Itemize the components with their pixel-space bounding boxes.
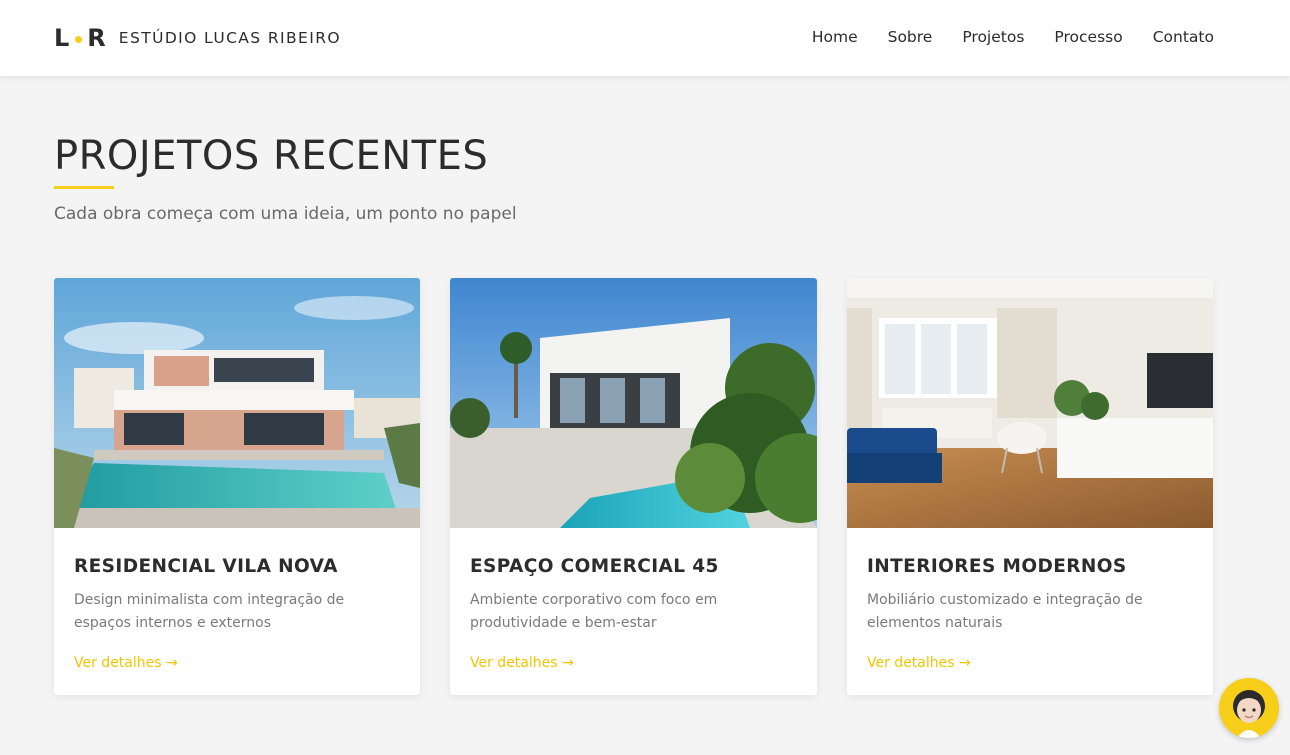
project-card[interactable]: RESIDENCIAL VILA NOVA Design minimalista… [54, 278, 420, 695]
logo-letter-l: L [54, 24, 71, 52]
avatar-icon [1219, 678, 1279, 738]
brand-name: ESTÚDIO LUCAS RIBEIRO [118, 29, 341, 47]
nav-home[interactable]: Home [812, 26, 858, 48]
card-description: Mobiliário customizado e integração de e… [867, 592, 1143, 631]
logo-letter-r: R [87, 24, 107, 52]
card-description: Design minimalista com integração de esp… [74, 592, 345, 631]
card-description: Ambiente corporativo com foco em produti… [470, 592, 718, 631]
logo-mark: L R [54, 24, 107, 52]
section-title: PROJETOS RECENTES [54, 133, 489, 179]
view-details-link[interactable]: Ver detalhes → [74, 654, 178, 672]
view-details-link[interactable]: Ver detalhes → [470, 654, 574, 672]
white-building-with-pool-and-plants-photo [450, 278, 817, 528]
main-nav: Home Sobre Projetos Processo Contato [812, 26, 1214, 48]
view-details-link[interactable]: Ver detalhes → [867, 654, 971, 672]
card-title: INTERIORES MODERNOS [867, 556, 1127, 577]
living-room-interior-photo [847, 278, 1213, 528]
nav-sobre[interactable]: Sobre [888, 26, 933, 48]
logo-dot-icon [75, 35, 83, 43]
card-title: RESIDENCIAL VILA NOVA [74, 556, 338, 577]
site-header: L R ESTÚDIO LUCAS RIBEIRO Home Sobre Pro… [0, 0, 1290, 76]
nav-contato[interactable]: Contato [1153, 26, 1214, 48]
project-card[interactable]: INTERIORES MODERNOS Mobiliário customiza… [847, 278, 1213, 695]
chat-button[interactable] [1219, 678, 1279, 738]
title-underline [54, 186, 114, 189]
project-card[interactable]: ESPAÇO COMERCIAL 45 Ambiente corporativo… [450, 278, 817, 695]
modern-house-with-pool-photo [54, 278, 420, 528]
logo[interactable]: L R ESTÚDIO LUCAS RIBEIRO [54, 22, 341, 54]
nav-processo[interactable]: Processo [1054, 26, 1122, 48]
section-subtitle: Cada obra começa com uma ideia, um ponto… [54, 204, 517, 224]
card-title: ESPAÇO COMERCIAL 45 [470, 556, 719, 577]
nav-projetos[interactable]: Projetos [962, 26, 1024, 48]
